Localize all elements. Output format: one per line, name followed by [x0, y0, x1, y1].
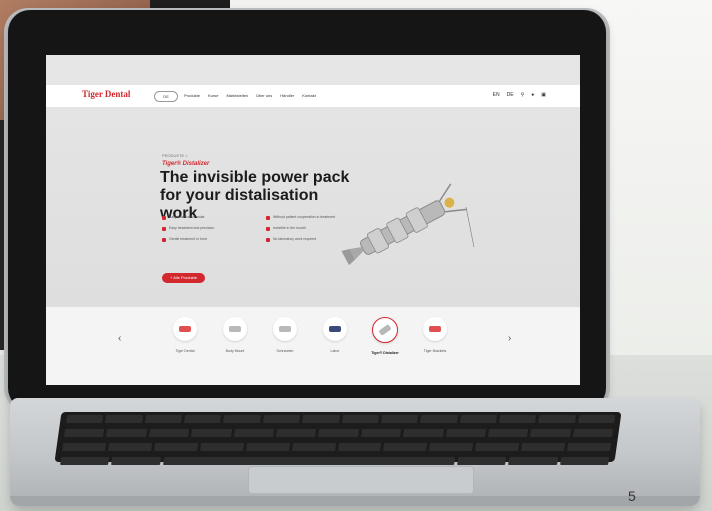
- carousel-items: Tiger Dental Body Mount Schrauben Labor: [170, 317, 450, 355]
- nav-link-produkte[interactable]: Produkte: [184, 93, 200, 98]
- chevron-left-icon[interactable]: ‹: [118, 333, 121, 344]
- bullet-icon: [162, 238, 166, 242]
- product-thumbnail: [372, 317, 398, 343]
- feature-item: Easy insertion of molar: [162, 215, 258, 220]
- bullet-icon: [162, 216, 166, 220]
- product-thumbnail: [173, 317, 197, 341]
- feature-item: Gentle treatment in front: [162, 237, 258, 242]
- product-thumbnail: [323, 317, 347, 341]
- distalizer-device-image: [341, 183, 475, 266]
- carousel-item-label: Tiger Brackets: [423, 349, 447, 353]
- site-navbar: Tiger Dental DE Produkte Kurse Marktstel…: [46, 85, 580, 107]
- carousel-item[interactable]: Schrauben: [270, 317, 300, 355]
- bullet-icon: [266, 216, 270, 220]
- carousel-item-label: Body Mount: [225, 349, 245, 353]
- feature-list: Easy insertion of molar Without patient …: [162, 215, 362, 242]
- carousel-item-active[interactable]: Tiger® Distalizer: [370, 317, 400, 355]
- trackpad: [248, 466, 474, 494]
- carousel-item[interactable]: Tiger Brackets: [420, 317, 450, 355]
- product-thumbnail: [273, 317, 297, 341]
- laptop-base-edge: [10, 496, 700, 506]
- carousel-item[interactable]: Labor: [320, 317, 350, 355]
- carousel-item-label: Tiger® Distalizer: [371, 351, 399, 355]
- carousel-item[interactable]: Tiger Dental: [170, 317, 200, 355]
- carousel-item-label: Labor: [330, 349, 340, 353]
- carousel-item-label: Schrauben: [276, 349, 294, 353]
- search-icon[interactable]: ⚲: [521, 92, 525, 98]
- language-pill[interactable]: DE: [154, 91, 178, 102]
- product-thumbnail: [423, 317, 447, 341]
- hero-section: PRODUKTE > Tiger® Distalizer The invisib…: [46, 107, 580, 307]
- laptop-base: [10, 398, 700, 506]
- carousel-item[interactable]: Body Mount: [220, 317, 250, 355]
- all-products-button[interactable]: + Alle Produkte: [162, 273, 206, 283]
- bullet-icon: [162, 227, 166, 231]
- cart-icon[interactable]: ▣: [541, 92, 546, 98]
- product-thumbnail: [223, 317, 247, 341]
- nav-link-haendler[interactable]: Händler: [280, 93, 294, 98]
- nav-link-kontakt[interactable]: Kontakt: [302, 93, 316, 98]
- product-brand: Tiger® Distalizer: [162, 161, 210, 167]
- feature-item: Easy treatment and precision: [162, 226, 258, 231]
- user-icon[interactable]: ●: [531, 92, 534, 98]
- laptop-screen: Tiger Dental DE Produkte Kurse Marktstel…: [46, 55, 580, 385]
- nav-link-kurse[interactable]: Kurse: [208, 93, 218, 98]
- page-number: 5: [628, 488, 636, 504]
- chevron-right-icon[interactable]: ›: [508, 333, 511, 344]
- breadcrumb[interactable]: PRODUKTE >: [162, 153, 188, 158]
- language-en[interactable]: EN: [493, 92, 500, 98]
- nav-links: Produkte Kurse Marktstellen Über uns Hän…: [184, 93, 316, 98]
- nav-link-marktstellen[interactable]: Marktstellen: [226, 93, 248, 98]
- bullet-icon: [266, 238, 270, 242]
- laptop-lid: Tiger Dental DE Produkte Kurse Marktstel…: [8, 10, 606, 410]
- product-carousel: ‹ Tiger Dental Body Mount Schrauben Labo…: [46, 307, 580, 385]
- laptop-photo: Tiger Dental DE Produkte Kurse Marktstel…: [0, 0, 712, 511]
- keyboard: [54, 412, 622, 465]
- carousel-item-label: Tiger Dental: [175, 349, 195, 353]
- nav-right: EN DE ⚲ ● ▣: [493, 92, 546, 98]
- nav-link-ueber-uns[interactable]: Über uns: [256, 93, 272, 98]
- bullet-icon: [266, 227, 270, 231]
- site-logo[interactable]: Tiger Dental: [82, 89, 130, 99]
- language-de[interactable]: DE: [507, 92, 514, 98]
